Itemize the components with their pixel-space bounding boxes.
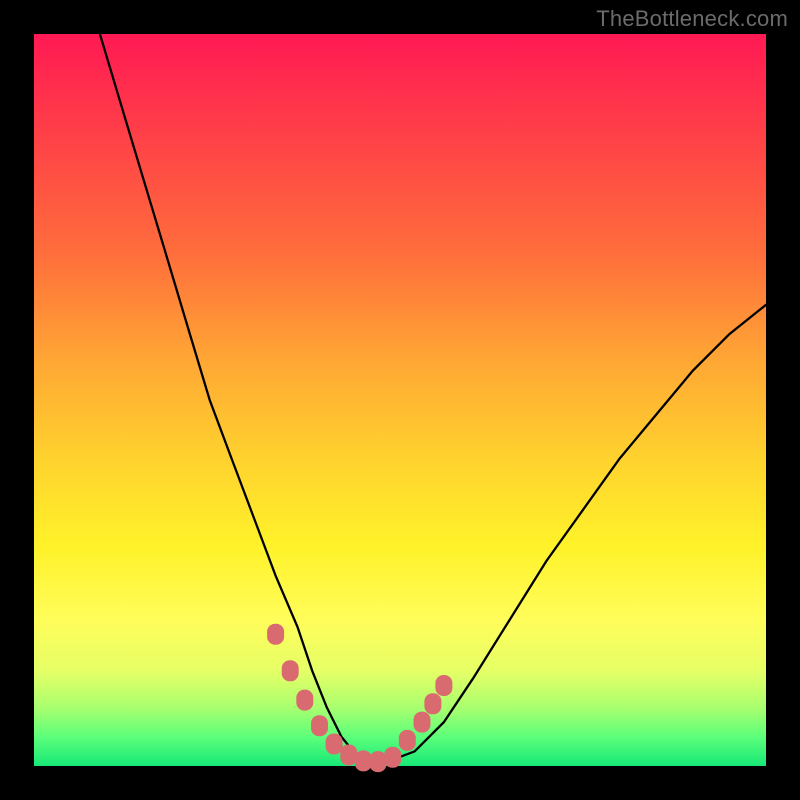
highlight-marker — [414, 712, 431, 733]
highlight-marker — [267, 624, 284, 645]
highlight-marker — [399, 730, 416, 751]
highlight-marker — [355, 750, 372, 771]
highlight-marker — [311, 715, 328, 736]
highlight-markers — [267, 624, 452, 772]
highlight-marker — [296, 690, 313, 711]
highlight-marker — [424, 693, 441, 714]
watermark-text: TheBottleneck.com — [596, 6, 788, 32]
highlight-marker — [326, 734, 343, 755]
highlight-marker — [370, 751, 387, 772]
highlight-marker — [435, 675, 452, 696]
highlight-marker — [384, 747, 401, 768]
highlight-marker — [282, 660, 299, 681]
bottleneck-curve — [100, 34, 766, 762]
highlight-marker — [340, 745, 357, 766]
curve-layer — [34, 34, 766, 766]
chart-frame: TheBottleneck.com — [0, 0, 800, 800]
plot-area — [34, 34, 766, 766]
